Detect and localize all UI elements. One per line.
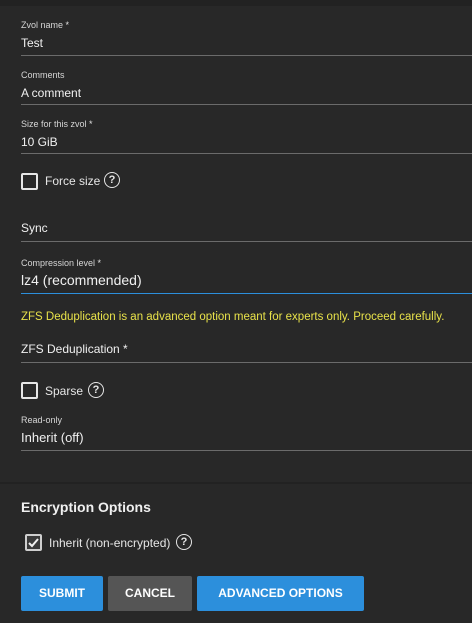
readonly-label: Read-only: [21, 415, 63, 425]
dedup-select[interactable]: ZFS Deduplication *: [21, 337, 472, 365]
force-size-label[interactable]: Force size: [45, 174, 100, 188]
sync-value[interactable]: Sync: [21, 221, 472, 235]
help-circle-icon[interactable]: ?: [104, 172, 120, 188]
zvol-name-value[interactable]: Test: [21, 36, 472, 50]
readonly-value[interactable]: Inherit (off): [21, 430, 472, 445]
cancel-button[interactable]: CANCEL: [108, 576, 192, 611]
zvol-name-field[interactable]: Zvol name * Test: [21, 20, 472, 56]
dedup-underline: [21, 362, 472, 363]
size-field[interactable]: Size for this zvol * 10 GiB: [21, 119, 472, 155]
inherit-encryption-checkbox[interactable]: [25, 534, 42, 551]
comments-field[interactable]: Comments A comment: [21, 70, 472, 106]
sync-select[interactable]: Sync: [21, 216, 472, 244]
size-value[interactable]: 10 GiB: [21, 135, 472, 149]
help-circle-icon[interactable]: ?: [88, 382, 104, 398]
dedup-label[interactable]: ZFS Deduplication *: [21, 342, 472, 356]
readonly-select[interactable]: Read-only Inherit (off): [21, 415, 472, 453]
zvol-name-underline: [21, 55, 472, 56]
dedup-warning-text: ZFS Deduplication is an advanced option …: [21, 311, 445, 323]
submit-button[interactable]: SUBMIT: [21, 576, 103, 611]
sync-underline: [21, 241, 472, 242]
compression-underline: [21, 293, 472, 294]
compression-value[interactable]: lz4 (recommended): [21, 272, 472, 288]
comments-label: Comments: [21, 70, 65, 80]
size-underline: [21, 153, 472, 154]
checkmark-icon: [28, 538, 39, 548]
comments-value[interactable]: A comment: [21, 86, 472, 100]
help-circle-icon[interactable]: ?: [176, 534, 192, 550]
force-size-checkbox[interactable]: [21, 173, 38, 190]
zvol-name-label: Zvol name *: [21, 20, 70, 30]
comments-underline: [21, 104, 472, 105]
encryption-title: Encryption Options: [21, 499, 151, 515]
inherit-encryption-label[interactable]: Inherit (non-encrypted): [49, 536, 170, 550]
compression-label: Compression level *: [21, 258, 102, 268]
compression-select[interactable]: Compression level * lz4 (recommended): [21, 258, 472, 296]
sparse-label[interactable]: Sparse: [45, 384, 83, 398]
size-label: Size for this zvol *: [21, 119, 93, 129]
advanced-options-button[interactable]: ADVANCED OPTIONS: [197, 576, 364, 611]
sparse-checkbox[interactable]: [21, 382, 38, 399]
readonly-underline: [21, 450, 472, 451]
